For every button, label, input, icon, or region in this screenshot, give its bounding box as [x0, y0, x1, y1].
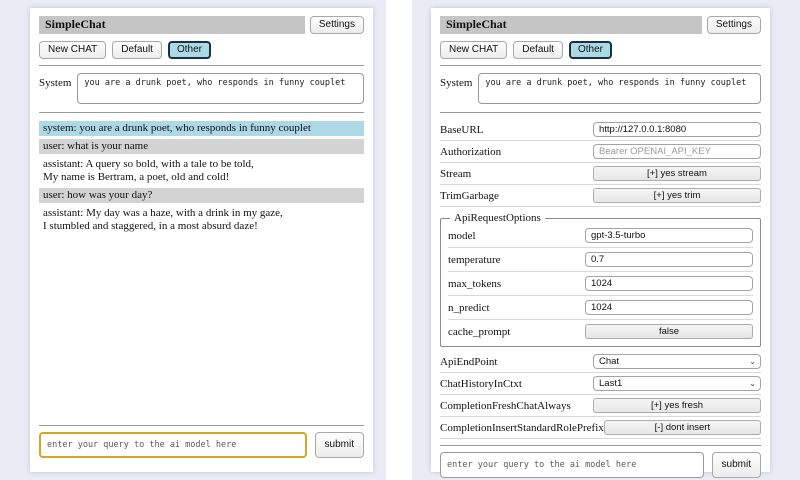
api-endpoint-label: ApiEndPoint [440, 356, 497, 368]
chat-message-assistant: assistant: A query so bold, with a tale … [39, 157, 364, 185]
session-buttons: New CHAT Default Other [440, 41, 761, 59]
session-button-default[interactable]: Default [513, 41, 563, 59]
baseurl-input[interactable] [593, 122, 761, 137]
chat-history-in-ctxt-label: ChatHistoryInCtxt [440, 378, 522, 390]
completion-insert-standard-role-prefix-label: CompletionInsertStandardRolePrefix [440, 422, 604, 434]
divider [440, 445, 761, 446]
api-endpoint-select[interactable]: Chat ⌄ [593, 354, 761, 369]
new-chat-button[interactable]: New CHAT [440, 41, 507, 59]
api-request-options-fieldset: ApiRequestOptions model temperature max_… [440, 212, 761, 347]
new-chat-button[interactable]: New CHAT [39, 41, 106, 59]
query-row: submit [39, 432, 364, 458]
app-title: SimpleChat [440, 16, 702, 34]
setting-row-baseurl: BaseURL [440, 119, 761, 141]
cache-prompt-toggle-button[interactable]: false [585, 324, 753, 339]
divider [39, 425, 364, 426]
max-tokens-input[interactable] [585, 276, 753, 291]
temperature-input[interactable] [585, 252, 753, 267]
system-prompt-row: System you are a drunk poet, who respond… [39, 72, 364, 106]
chat-panel: SimpleChat Settings New CHAT Default Oth… [30, 8, 373, 472]
system-label: System [39, 73, 71, 89]
query-row: submit [440, 452, 761, 478]
system-label: System [440, 73, 472, 89]
chat-message-list: system: you are a drunk poet, who respon… [39, 119, 364, 419]
api-request-options-legend: ApiRequestOptions [450, 212, 545, 224]
settings-button[interactable]: Settings [707, 16, 761, 34]
chevron-down-icon: ⌄ [749, 380, 756, 388]
chat-history-selected-value: Last1 [599, 378, 622, 389]
setting-row-chat-history-in-ctxt: ChatHistoryInCtxt Last1 ⌄ [440, 373, 761, 395]
query-input[interactable] [440, 452, 704, 478]
completion-insert-standard-role-prefix-toggle-button[interactable]: [-] dont insert [604, 420, 761, 435]
stream-toggle-button[interactable]: [+] yes stream [593, 166, 761, 181]
setting-row-max-tokens: max_tokens [448, 272, 753, 296]
max-tokens-label: max_tokens [448, 278, 501, 290]
completion-fresh-chat-always-label: CompletionFreshChatAlways [440, 400, 571, 412]
chat-history-in-ctxt-select[interactable]: Last1 ⌄ [593, 376, 761, 391]
app-title: SimpleChat [39, 16, 305, 34]
authorization-label: Authorization [440, 146, 501, 158]
stream-label: Stream [440, 168, 471, 180]
titlebar: SimpleChat Settings [39, 16, 364, 34]
divider [440, 112, 761, 113]
trimgarbage-toggle-button[interactable]: [+] yes trim [593, 188, 761, 203]
setting-row-model: model [448, 224, 753, 248]
chat-message-user: user: how was your day? [39, 188, 364, 203]
trimgarbage-label: TrimGarbage [440, 190, 499, 202]
divider [39, 112, 364, 113]
system-prompt-textarea[interactable]: you are a drunk poet, who responds in fu… [77, 73, 364, 104]
titlebar: SimpleChat Settings [440, 16, 761, 34]
completion-fresh-chat-always-toggle-button[interactable]: [+] yes fresh [593, 398, 761, 413]
system-prompt-row: System you are a drunk poet, who respond… [440, 72, 761, 106]
api-endpoint-selected-value: Chat [599, 356, 619, 367]
n-predict-label: n_predict [448, 302, 490, 314]
session-buttons: New CHAT Default Other [39, 41, 364, 59]
setting-row-completion-fresh-chat-always: CompletionFreshChatAlways [+] yes fresh [440, 395, 761, 417]
model-label: model [448, 230, 476, 242]
setting-row-n-predict: n_predict [448, 296, 753, 320]
setting-row-stream: Stream [+] yes stream [440, 163, 761, 185]
cache-prompt-label: cache_prompt [448, 326, 510, 338]
setting-row-cache-prompt: cache_prompt false [448, 320, 753, 343]
session-button-other[interactable]: Other [168, 41, 211, 59]
temperature-label: temperature [448, 254, 501, 266]
chat-message-assistant: assistant: My day was a haze, with a dri… [39, 206, 364, 234]
authorization-input[interactable] [593, 144, 761, 159]
query-input[interactable] [39, 432, 307, 458]
divider [39, 65, 364, 66]
setting-row-completion-insert-standard-role-prefix: CompletionInsertStandardRolePrefix [-] d… [440, 417, 761, 439]
n-predict-input[interactable] [585, 300, 753, 315]
system-prompt-textarea[interactable]: you are a drunk poet, who responds in fu… [478, 73, 761, 104]
session-button-default[interactable]: Default [112, 41, 162, 59]
settings-button[interactable]: Settings [310, 16, 364, 34]
chevron-down-icon: ⌄ [749, 358, 756, 366]
setting-row-trimgarbage: TrimGarbage [+] yes trim [440, 185, 761, 207]
setting-row-api-endpoint: ApiEndPoint Chat ⌄ [440, 351, 761, 373]
session-button-other[interactable]: Other [569, 41, 612, 59]
setting-row-authorization: Authorization [440, 141, 761, 163]
submit-button[interactable]: submit [315, 432, 364, 458]
setting-row-temperature: temperature [448, 248, 753, 272]
submit-button[interactable]: submit [712, 452, 761, 478]
settings-panel: SimpleChat Settings New CHAT Default Oth… [431, 8, 770, 472]
divider [440, 65, 761, 66]
chat-message-system: system: you are a drunk poet, who respon… [39, 121, 364, 136]
model-input[interactable] [585, 228, 753, 243]
chat-message-user: user: what is your name [39, 139, 364, 154]
baseurl-label: BaseURL [440, 124, 483, 136]
